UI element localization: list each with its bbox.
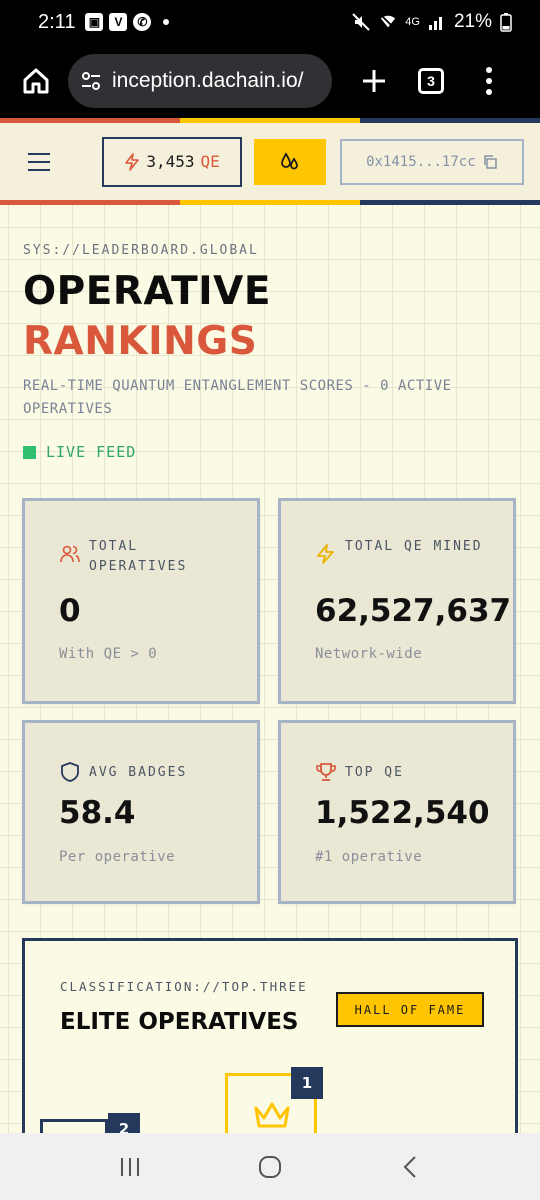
page-title-line2: RANKINGS <box>23 319 258 364</box>
qe-balance[interactable]: 3,453 QE <box>101 136 243 187</box>
system-nav-bar <box>0 1133 540 1200</box>
mute-icon <box>352 13 370 31</box>
stat-value: 0 <box>59 593 81 629</box>
lightning-icon <box>317 544 334 564</box>
leaderboard-content: SYS://LEADERBOARD.GLOBAL OPERATIVE RANKI… <box>0 205 540 1133</box>
users-icon <box>60 545 80 563</box>
wifi-off-icon <box>381 15 396 29</box>
elite-operatives-panel: CLASSIFICATION://TOP.THREE ELITE OPERATI… <box>22 938 518 1133</box>
image-icon: ▣ <box>85 13 104 31</box>
url-bar[interactable]: inception.dachain.io/ <box>68 54 332 108</box>
app-header: 3,453 QE 0x1415...17cc <box>0 123 540 200</box>
stat-card-total-qe-mined: TOTAL QE MINED 62,527,637 Network-wide <box>278 498 516 704</box>
rank-2-badge: 2 <box>108 1113 140 1133</box>
stat-label: AVG BADGES <box>89 765 188 780</box>
back-button[interactable] <box>380 1142 440 1192</box>
stat-label: TOP QE <box>345 765 404 780</box>
qe-unit: QE <box>200 152 220 171</box>
elite-title: ELITE OPERATIVES <box>60 1009 299 1035</box>
v-app-icon: V <box>109 13 128 31</box>
browser-toolbar: inception.dachain.io/ 3 <box>0 44 540 118</box>
faucet-button[interactable] <box>254 138 326 185</box>
hall-of-fame-badge: HALL OF FAME <box>336 992 484 1027</box>
stat-card-total-operatives: TOTAL OPERATIVES 0 With QE > 0 <box>22 498 260 704</box>
new-tab-button[interactable] <box>352 59 396 103</box>
browser-menu-button[interactable] <box>484 67 494 95</box>
notification-icons: ▣ V ✆ <box>85 13 170 31</box>
crown-icon <box>254 1102 290 1128</box>
home-nav-button[interactable] <box>240 1142 300 1192</box>
system-icons: 4G 21% <box>351 11 512 33</box>
qe-balance-value: 3,453 <box>146 152 195 171</box>
stat-label: TOTAL QE MINED <box>345 539 483 554</box>
trophy-icon <box>316 763 336 781</box>
network-type: 4G <box>405 16 420 28</box>
stat-label: TOTAL OPERATIVES <box>89 539 188 574</box>
home-button[interactable] <box>14 59 58 103</box>
stat-note: With QE > 0 <box>59 646 158 662</box>
wallet-address-text: 0x1415...17cc <box>366 153 476 170</box>
live-feed-indicator: LIVE FEED <box>23 443 136 461</box>
battery-percent: 21% <box>453 11 492 32</box>
url-text: inception.dachain.io/ <box>112 69 304 92</box>
stat-note: Network-wide <box>315 646 423 662</box>
status-bar: 2:11 ▣ V ✆ 4G 21% <box>0 0 540 44</box>
more-notifications-icon <box>163 19 170 25</box>
rank-1-badge: 1 <box>291 1067 323 1099</box>
page-title-line1: OPERATIVE <box>23 269 272 314</box>
stat-card-avg-badges: AVG BADGES 58.4 Per operative <box>22 720 260 904</box>
tab-count: 3 <box>427 73 435 89</box>
stat-note: #1 operative <box>315 849 423 865</box>
plus-icon <box>363 70 385 92</box>
whatsapp-icon: ✆ <box>133 13 152 31</box>
home-circle-icon <box>259 1155 281 1178</box>
droplets-icon <box>281 151 298 169</box>
stat-card-top-qe: TOP QE 1,522,540 #1 operative <box>278 720 516 904</box>
back-icon <box>403 1155 416 1178</box>
copy-icon[interactable] <box>482 154 498 170</box>
lightning-icon <box>125 152 140 171</box>
recents-button[interactable] <box>100 1142 160 1192</box>
stat-value: 58.4 <box>59 795 136 831</box>
shield-icon <box>61 762 79 782</box>
site-settings-icon[interactable] <box>80 70 102 92</box>
wallet-address[interactable]: 0x1415...17cc <box>339 138 525 185</box>
stat-value: 62,527,637 <box>315 593 512 629</box>
classification-label: CLASSIFICATION://TOP.THREE <box>60 979 308 994</box>
battery-icon <box>500 13 512 32</box>
signal-icon <box>428 17 442 30</box>
sys-path: SYS://LEADERBOARD.GLOBAL <box>23 243 259 258</box>
live-dot-icon <box>23 445 36 459</box>
status-time: 2:11 <box>38 10 76 33</box>
hamburger-menu-button[interactable] <box>16 139 62 185</box>
tab-switcher-button[interactable]: 3 <box>418 68 444 94</box>
stat-note: Per operative <box>59 849 176 865</box>
page-subtitle: REAL-TIME QUANTUM ENTANGLEMENT SCORES - … <box>23 378 452 417</box>
live-feed-label: LIVE FEED <box>46 443 137 461</box>
stat-value: 1,522,540 <box>315 795 490 831</box>
recents-icon <box>121 1157 139 1176</box>
home-icon <box>23 68 49 94</box>
podium-rank-2[interactable] <box>40 1119 108 1133</box>
